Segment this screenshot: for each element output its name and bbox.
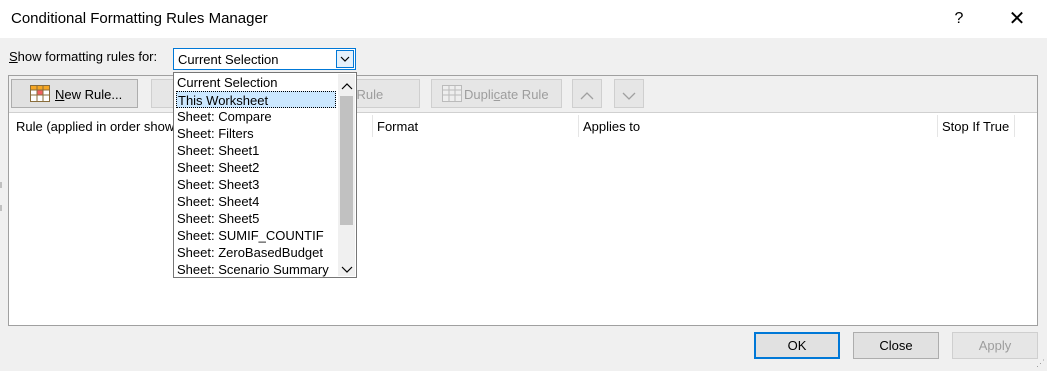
- duplicate-rule-button[interactable]: Duplicate Rule: [431, 79, 562, 108]
- dropdown-option[interactable]: Sheet: Sheet4: [176, 193, 336, 210]
- dialog-title: Conditional Formatting Rules Manager: [11, 10, 268, 27]
- column-header-stop-if-true[interactable]: Stop If True: [942, 119, 1009, 134]
- title-bar: Conditional Formatting Rules Manager ? ✕: [0, 0, 1047, 38]
- column-divider[interactable]: [372, 115, 373, 137]
- dropdown-option[interactable]: Sheet: Sheet1: [176, 142, 336, 159]
- help-button[interactable]: ?: [946, 6, 972, 32]
- dropdown-option[interactable]: Sheet: ZeroBasedBudget: [176, 244, 336, 261]
- new-rule-icon: [30, 85, 50, 105]
- dropdown-option[interactable]: Sheet: Filters: [176, 125, 336, 142]
- rules-toolbar: New Rule... te Rule Duplicate Rule: [9, 76, 1037, 113]
- rules-column-headers: Rule (applied in order show Format Appli…: [9, 113, 1037, 139]
- resize-grip-icon[interactable]: ⋰: [1036, 358, 1045, 369]
- close-button[interactable]: Close: [853, 332, 939, 359]
- dropdown-option[interactable]: Sheet: Compare: [176, 108, 336, 125]
- column-header-applies-to[interactable]: Applies to: [583, 119, 640, 134]
- column-header-format[interactable]: Format: [377, 119, 418, 134]
- ok-button[interactable]: OK: [754, 332, 840, 359]
- move-down-button[interactable]: [614, 79, 644, 108]
- dropdown-option-highlighted[interactable]: This Worksheet: [176, 91, 336, 108]
- dropdown-option[interactable]: Sheet: Sheet5: [176, 210, 336, 227]
- combobox-value: Current Selection: [178, 52, 279, 67]
- duplicate-rule-icon: [442, 85, 462, 105]
- dropdown-scrollbar[interactable]: [338, 74, 355, 276]
- scroll-down-icon[interactable]: [341, 262, 353, 273]
- chevron-up-icon: [580, 88, 594, 103]
- window-edge-mark: [0, 205, 2, 211]
- rules-panel: New Rule... te Rule Duplicate Rule Rule …: [8, 75, 1038, 326]
- show-rules-for-combobox[interactable]: Current Selection: [173, 48, 356, 70]
- scrollbar-thumb[interactable]: [340, 96, 353, 225]
- column-divider[interactable]: [937, 115, 938, 137]
- dropdown-option[interactable]: Current Selection: [176, 74, 336, 91]
- column-divider[interactable]: [578, 115, 579, 137]
- move-up-button[interactable]: [572, 79, 602, 108]
- show-rules-label: Show formatting rules for:: [9, 49, 158, 64]
- chevron-down-icon: [622, 89, 636, 104]
- dropdown-option[interactable]: Sheet: Scenario Summary: [176, 261, 336, 278]
- dropdown-option[interactable]: Sheet: Sheet2: [176, 159, 336, 176]
- chevron-down-icon[interactable]: [336, 50, 354, 68]
- column-divider[interactable]: [1014, 115, 1015, 137]
- dropdown-option[interactable]: Sheet: SUMIF_COUNTIF: [176, 227, 336, 244]
- window-edge-mark: [0, 182, 2, 188]
- column-header-rule[interactable]: Rule (applied in order show: [16, 119, 174, 134]
- apply-button[interactable]: Apply: [952, 332, 1038, 359]
- dropdown-option[interactable]: Sheet: Sheet3: [176, 176, 336, 193]
- show-rules-dropdown-list[interactable]: Current Selection This Worksheet Sheet: …: [173, 72, 357, 278]
- new-rule-button[interactable]: New Rule...: [11, 79, 138, 108]
- scroll-up-icon[interactable]: [341, 78, 353, 90]
- close-icon[interactable]: ✕: [1004, 6, 1030, 32]
